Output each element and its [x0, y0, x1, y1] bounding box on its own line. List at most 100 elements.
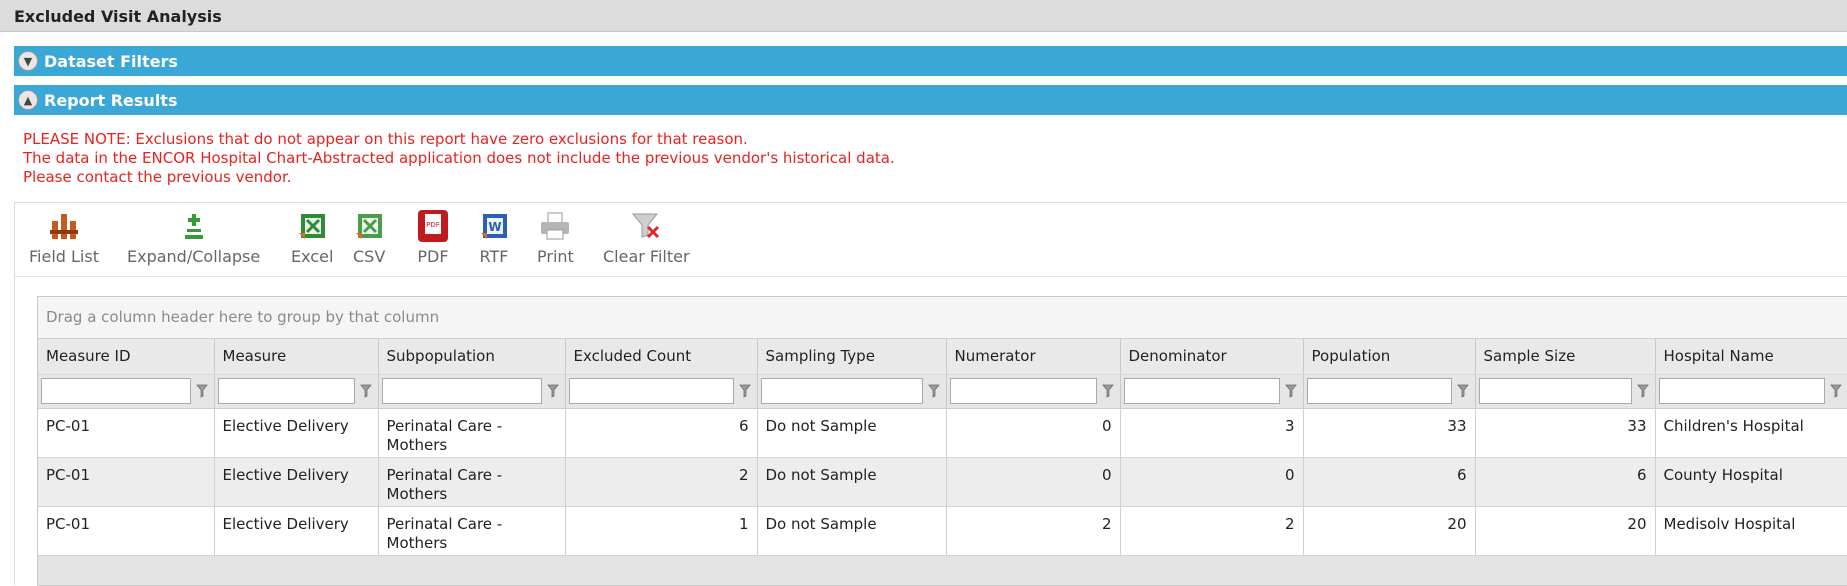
note-line: The data in the ENCOR Hospital Chart-Abs… [23, 149, 895, 167]
filter-cell [757, 374, 947, 409]
column-filter-input[interactable] [1658, 378, 1825, 404]
filter-cell [946, 374, 1121, 409]
cell-hospital: Medisolv Hospital [1655, 506, 1847, 556]
cell-sampling-type: Do not Sample [757, 457, 947, 507]
clear-filter-button[interactable]: Clear Filter [603, 209, 690, 266]
report-notes: PLEASE NOTE: Exclusions that do not appe… [23, 130, 895, 187]
column-filter-input[interactable] [1478, 378, 1632, 404]
cell-measure: Elective Delivery [214, 506, 379, 556]
table-body: PC-01 Elective Delivery Perinatal Care - M… [38, 408, 1847, 556]
cell-measure: Elective Delivery [214, 457, 379, 507]
cell-sample-size: 33 [1475, 408, 1656, 458]
column-filter-input[interactable] [1123, 378, 1280, 404]
cell-subpopulation: Perinatal Care - Mothers [378, 408, 566, 458]
results-grid: Drag a column header here to group by th… [37, 296, 1847, 586]
column-filter-input[interactable] [949, 378, 1097, 404]
column-header-measure-id[interactable]: Measure ID [38, 339, 215, 375]
column-header-measure[interactable]: Measure [214, 339, 379, 375]
cell-hospital: County Hospital [1655, 457, 1847, 507]
pdf-export-button[interactable]: PDF PDF [417, 209, 449, 266]
table-row[interactable]: PC-01 Elective Delivery Perinatal Care - M… [38, 408, 1847, 458]
filter-icon[interactable] [1827, 384, 1845, 398]
csv-icon [353, 209, 385, 243]
column-filter-input[interactable] [760, 378, 923, 404]
filter-icon[interactable] [193, 384, 211, 398]
cell-excluded-count[interactable]: 2 [565, 457, 758, 507]
filter-cell [1303, 374, 1476, 409]
column-header-excluded-count[interactable]: Excluded Count [565, 339, 758, 375]
cell-measure-id: PC-01 [38, 408, 215, 458]
filter-icon[interactable] [925, 384, 943, 398]
excel-icon [291, 209, 333, 243]
column-header-numerator[interactable]: Numerator [946, 339, 1121, 375]
cell-numerator: 0 [946, 408, 1121, 458]
table-row[interactable]: PC-01 Elective Delivery Perinatal Care - M… [38, 506, 1847, 556]
column-header-subpopulation[interactable]: Subpopulation [378, 339, 566, 375]
results-table: Measure ID Measure Subpopulation Exclude… [38, 339, 1847, 556]
column-filter-input[interactable] [217, 378, 355, 404]
report-toolbar: Field List Expand/Collapse Excel CSV PDF… [15, 203, 1847, 277]
expand-collapse-icon [127, 209, 260, 243]
filter-icon[interactable] [736, 384, 754, 398]
column-filter-input[interactable] [568, 378, 734, 404]
expand-icon[interactable]: ▼ [18, 51, 38, 71]
expand-collapse-button[interactable]: Expand/Collapse [127, 209, 260, 266]
cell-sample-size: 20 [1475, 506, 1656, 556]
filter-row [38, 374, 1847, 409]
table-row[interactable]: PC-01 Elective Delivery Perinatal Care - M… [38, 457, 1847, 507]
note-line: Please contact the previous vendor. [23, 168, 292, 186]
cell-sample-size: 6 [1475, 457, 1656, 507]
cell-measure-id: PC-01 [38, 457, 215, 507]
print-button[interactable]: Print [537, 209, 574, 266]
filter-cell [565, 374, 758, 409]
column-header-denominator[interactable]: Denominator [1120, 339, 1304, 375]
column-filter-input[interactable] [41, 378, 191, 404]
filter-icon[interactable] [544, 384, 562, 398]
filter-icon[interactable] [357, 384, 375, 398]
filter-icon[interactable] [1282, 384, 1300, 398]
cell-denominator: 0 [1120, 457, 1304, 507]
filter-cell [378, 374, 566, 409]
column-filter-input[interactable] [381, 378, 542, 404]
cell-population: 6 [1303, 457, 1476, 507]
note-line: PLEASE NOTE: Exclusions that do not appe… [23, 130, 748, 148]
report-panel: Field List Expand/Collapse Excel CSV PDF… [14, 202, 1847, 586]
filter-cell [38, 374, 215, 409]
cell-denominator: 2 [1120, 506, 1304, 556]
filter-cell [1655, 374, 1847, 409]
field-list-button[interactable]: Field List [29, 209, 99, 266]
column-header-hospital-name[interactable]: Hospital Name [1655, 339, 1847, 375]
cell-population: 20 [1303, 506, 1476, 556]
cell-hospital: Children's Hospital [1655, 408, 1847, 458]
group-by-panel[interactable]: Drag a column header here to group by th… [38, 297, 1847, 339]
cell-subpopulation: Perinatal Care - Mothers [378, 506, 566, 556]
pdf-icon: PDF [417, 209, 449, 243]
filter-cell [1120, 374, 1304, 409]
cell-measure-id: PC-01 [38, 506, 215, 556]
report-results-header[interactable]: ▲ Report Results [14, 85, 1847, 115]
filter-icon[interactable] [1099, 384, 1117, 398]
cell-numerator: 0 [946, 457, 1121, 507]
column-filter-input[interactable] [1306, 378, 1452, 404]
clear-filter-icon [603, 209, 690, 243]
cell-numerator: 2 [946, 506, 1121, 556]
svg-text:W: W [488, 220, 501, 234]
filter-icon[interactable] [1454, 384, 1472, 398]
printer-icon [537, 209, 574, 243]
cell-population: 33 [1303, 408, 1476, 458]
rtf-export-button[interactable]: W RTF [479, 209, 509, 266]
cell-excluded-count[interactable]: 1 [565, 506, 758, 556]
page-title: Excluded Visit Analysis [0, 0, 1847, 32]
collapse-icon[interactable]: ▲ [18, 90, 38, 110]
csv-export-button[interactable]: CSV [353, 209, 385, 266]
dataset-filters-header[interactable]: ▼ Dataset Filters [14, 46, 1847, 76]
cell-subpopulation: Perinatal Care - Mothers [378, 457, 566, 507]
column-header-sample-size[interactable]: Sample Size [1475, 339, 1656, 375]
field-list-icon [29, 209, 99, 243]
column-header-sampling-type[interactable]: Sampling Type [757, 339, 947, 375]
excel-export-button[interactable]: Excel [291, 209, 333, 266]
column-header-population[interactable]: Population [1303, 339, 1476, 375]
cell-excluded-count[interactable]: 6 [565, 408, 758, 458]
cell-measure: Elective Delivery [214, 408, 379, 458]
filter-icon[interactable] [1634, 384, 1652, 398]
